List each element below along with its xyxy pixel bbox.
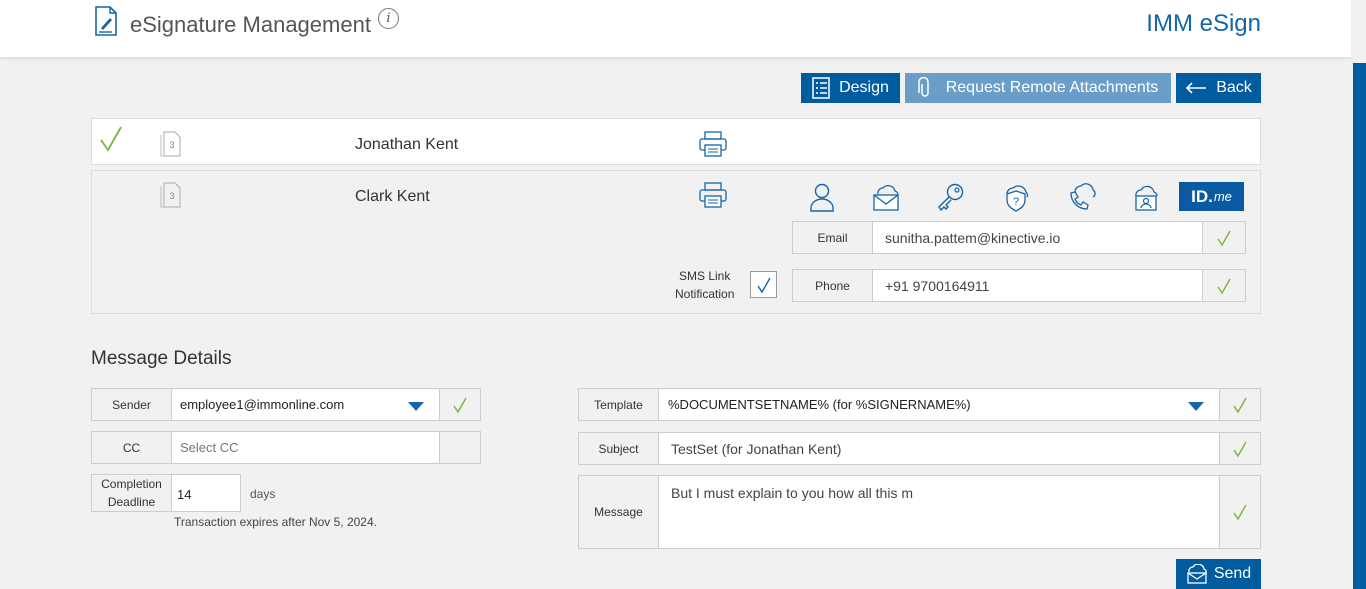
idme-main-label: ID. [1191,186,1213,206]
back-button-label: Back [1216,79,1252,96]
design-button[interactable]: Design [801,73,900,103]
security-question-icon[interactable]: ? [1001,182,1031,212]
sender-check [439,388,481,421]
message-check [1219,475,1261,549]
check-icon [1217,230,1231,246]
signer-name: Jonathan Kent [355,136,459,153]
idme-suffix-label: me [1213,189,1232,204]
arrow-left-icon [1186,82,1207,94]
document-count-icon: 3 [160,131,181,157]
check-icon [1233,441,1247,457]
page-title: eSignature Management [130,12,371,37]
phone-auth-icon[interactable] [1066,182,1096,212]
signer-row-jonathan-kent[interactable]: 3 Jonathan Kent [91,118,1261,165]
check-icon [1217,278,1231,294]
transaction-expires-text: Transaction expires after Nov 5, 2024. [174,515,377,529]
email-verified-check [1202,221,1246,254]
phone-label: Phone [792,269,873,302]
subject-label: Subject [578,432,659,465]
printer-icon[interactable] [699,131,727,157]
sms-link-notification-label: SMS Link Notification [675,269,735,301]
list-document-icon [812,77,830,99]
send-button[interactable]: Send [1176,559,1261,589]
paperclip-icon [917,77,929,97]
brand-name: IMM eSign [1146,10,1261,37]
check-icon [1233,504,1247,521]
chevron-down-icon[interactable] [408,402,424,411]
cc-check-empty [439,431,481,464]
subject-field[interactable]: TestSet (for Jonathan Kent) [658,432,1220,465]
message-textarea[interactable]: But I must explain to you how all this m [658,475,1220,549]
check-icon [1233,397,1247,413]
template-check [1219,388,1261,421]
request-remote-attachments-button[interactable]: Request Remote Attachments [905,73,1171,103]
template-label: Template [578,388,659,421]
cc-select[interactable]: Select CC [171,431,440,464]
signer-row-clark-kent[interactable]: 3 Clark Kent ? ID. me Email sunitha.patt… [91,170,1261,314]
page-scrollbar[interactable] [1351,0,1366,589]
template-select[interactable]: %DOCUMENTSETNAME% (for %SIGNERNAME%) [658,388,1220,421]
check-icon [453,397,467,413]
key-icon[interactable] [936,182,966,212]
document-count-icon: 3 [160,182,181,208]
chevron-down-icon[interactable] [1188,402,1204,411]
sender-value: employee1@immonline.com [180,397,345,412]
svg-text:3: 3 [169,191,174,201]
days-label: days [250,487,276,501]
design-button-label: Design [839,79,889,96]
user-icon[interactable] [807,182,837,212]
completion-deadline-input[interactable]: 14 [171,474,241,512]
signed-check-icon [100,126,122,152]
completion-deadline-label: Completion Deadline [91,474,172,512]
back-button[interactable]: Back [1176,73,1261,103]
cc-placeholder: Select CC [180,440,239,455]
subject-check [1219,432,1261,465]
sms-link-notification-checkbox[interactable] [750,271,777,298]
send-button-label: Send [1213,565,1252,582]
sender-label: Sender [91,388,172,421]
message-details-title: Message Details [91,348,232,369]
email-auth-icon[interactable] [871,182,901,212]
email-field[interactable]: sunitha.pattem@kinective.io [872,221,1203,254]
svg-text:?: ? [1013,196,1019,208]
check-icon [756,277,771,293]
phone-field[interactable]: +91 9700164911 [872,269,1203,302]
document-signature-icon [95,6,117,36]
cc-label: CC [91,431,172,464]
request-remote-attachments-label: Request Remote Attachments [945,79,1159,96]
printer-icon[interactable] [699,182,727,208]
email-label: Email [792,221,873,254]
send-email-icon [1187,564,1207,584]
svg-text:3: 3 [169,140,174,150]
page-header: eSignature Management i IMM eSign [0,0,1351,58]
scrollbar-thumb[interactable] [1353,63,1366,589]
phone-verified-check [1202,269,1246,302]
id-cloud-icon[interactable] [1131,182,1161,212]
signer-name: Clark Kent [355,188,430,205]
idme-button[interactable]: ID. me [1179,182,1244,211]
info-icon[interactable]: i [378,8,399,29]
template-value: %DOCUMENTSETNAME% (for %SIGNERNAME%) [668,397,971,412]
sender-select[interactable]: employee1@immonline.com [171,388,440,421]
message-label: Message [578,475,659,549]
